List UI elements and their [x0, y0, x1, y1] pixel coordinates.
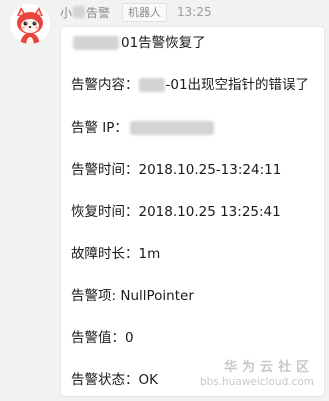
- redacted-text: [73, 6, 86, 18]
- alert-title: 01告警恢复了: [71, 33, 206, 53]
- bot-badge: 机器人: [122, 2, 168, 22]
- watermark-url: bbs.huaweicloud.com: [199, 376, 314, 388]
- alert-ip: 告警 IP：: [71, 118, 214, 138]
- alert-item: 告警项: NullPointer: [71, 288, 194, 304]
- sender-name-suffix: 告警: [86, 5, 111, 20]
- alert-status: 告警状态：OK: [71, 372, 158, 388]
- watermark: 华为云社区 bbs.huaweicloud.com: [200, 360, 314, 389]
- message-header: 小 告警 机器人 13:25: [60, 2, 212, 22]
- sender-name-prefix: 小: [60, 5, 73, 20]
- alert-time: 告警时间：2018.10.25-13:24:11: [71, 162, 282, 178]
- alert-title-text: 01告警恢复了: [121, 35, 206, 51]
- alert-content-value: -01出现空指针的错误了: [165, 77, 310, 93]
- fault-duration: 故障时长：1m: [71, 246, 161, 262]
- alert-ip-label: 告警 IP：: [71, 120, 128, 136]
- alert-content: 告警内容： -01出现空指针的错误了: [71, 75, 309, 95]
- redacted-text: [138, 78, 165, 92]
- avatar[interactable]: [10, 4, 50, 44]
- redacted-text: [73, 36, 119, 50]
- redacted-text: [129, 121, 214, 135]
- sender-name[interactable]: 小 告警: [60, 4, 110, 21]
- alert-value: 告警值：0: [71, 330, 134, 346]
- recover-time: 恢复时间：2018.10.25 13:25:41: [71, 204, 281, 220]
- cartoon-fox-avatar-icon: [10, 4, 50, 44]
- message-bubble[interactable]: 01告警恢复了 告警内容： -01出现空指针的错误了 告警 IP： 告警时间：2…: [60, 26, 325, 397]
- alert-content-label: 告警内容：: [71, 77, 139, 93]
- message-time: 13:25: [177, 5, 212, 19]
- watermark-title: 华为云社区: [223, 360, 314, 375]
